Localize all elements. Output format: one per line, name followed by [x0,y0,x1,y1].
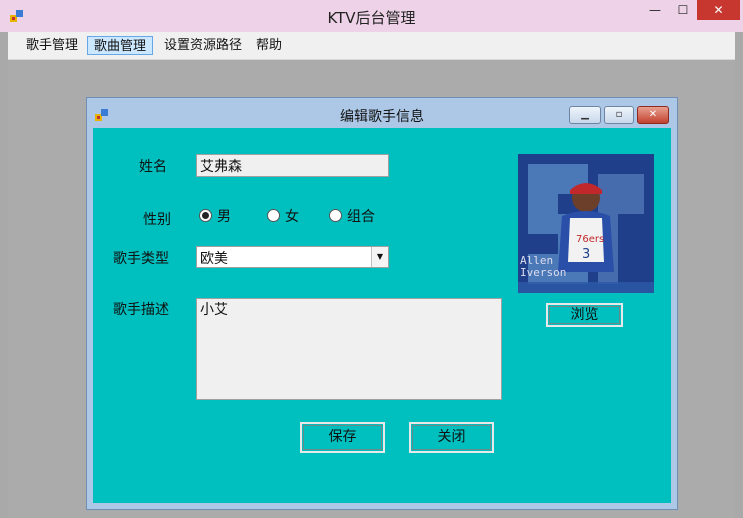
dialog-client-area: 姓名 艾弗森 性别 男 女 组合 歌手类型 欧美 ▼ 歌手描述 小艾 76ers… [93,128,671,503]
radio-unchecked-icon [329,209,342,222]
menu-song-management[interactable]: 歌曲管理 [87,36,154,55]
jersey-logo: 76ers [576,234,604,245]
jersey-number: 3 [582,247,590,262]
dialog-minimize-button[interactable]: ▁ [569,106,601,124]
description-textarea[interactable]: 小艾 [196,298,502,400]
dropdown-arrow-icon[interactable]: ▼ [371,247,388,267]
close-dialog-button[interactable]: 关闭 [409,422,494,453]
dialog-restore-button[interactable]: ▫ [604,106,634,124]
singer-type-value: 欧美 [200,251,228,267]
photo-caption-last: Iverson [520,266,567,279]
name-input[interactable]: 艾弗森 [196,154,389,177]
radio-unchecked-icon [267,209,280,222]
close-button[interactable]: ✕ [697,0,740,20]
menu-singer-management[interactable]: 歌手管理 [20,36,84,55]
minimize-button[interactable]: — [642,0,668,20]
gender-radio-female[interactable]: 女 [267,206,299,226]
gender-label: 性别 [143,212,171,228]
edit-singer-dialog: 编辑歌手信息 ▁ ▫ ✕ 姓名 艾弗森 性别 男 女 组合 歌手类型 欧美 ▼ … [86,97,678,510]
maximize-button[interactable]: ☐ [670,0,696,20]
singer-type-select[interactable]: 欧美 ▼ [196,246,389,268]
singer-photo: 76ers 3 Allen Iverson [518,154,654,293]
gender-group-label: 组合 [347,209,375,225]
menu-bar: 歌手管理 歌曲管理 设置资源路径 帮助 [8,32,735,60]
radio-checked-icon [199,209,212,222]
gender-radio-group[interactable]: 组合 [329,206,375,226]
app-title: KTV后台管理 [327,9,416,27]
app-titlebar[interactable]: KTV后台管理 — ☐ ✕ [0,0,743,32]
gender-radio-male[interactable]: 男 [199,206,231,226]
name-label: 姓名 [139,159,167,175]
gender-male-label: 男 [217,209,231,225]
dialog-close-button[interactable]: ✕ [637,106,669,124]
gender-female-label: 女 [285,209,299,225]
singer-type-label: 歌手类型 [113,251,169,267]
description-label: 歌手描述 [113,302,169,318]
menu-help[interactable]: 帮助 [250,36,288,55]
main-window: KTV后台管理 — ☐ ✕ 歌手管理 歌曲管理 设置资源路径 帮助 编辑歌手信息… [0,0,743,518]
menu-resource-path[interactable]: 设置资源路径 [158,36,248,55]
browse-button[interactable]: 浏览 [546,303,623,327]
save-button[interactable]: 保存 [300,422,385,453]
